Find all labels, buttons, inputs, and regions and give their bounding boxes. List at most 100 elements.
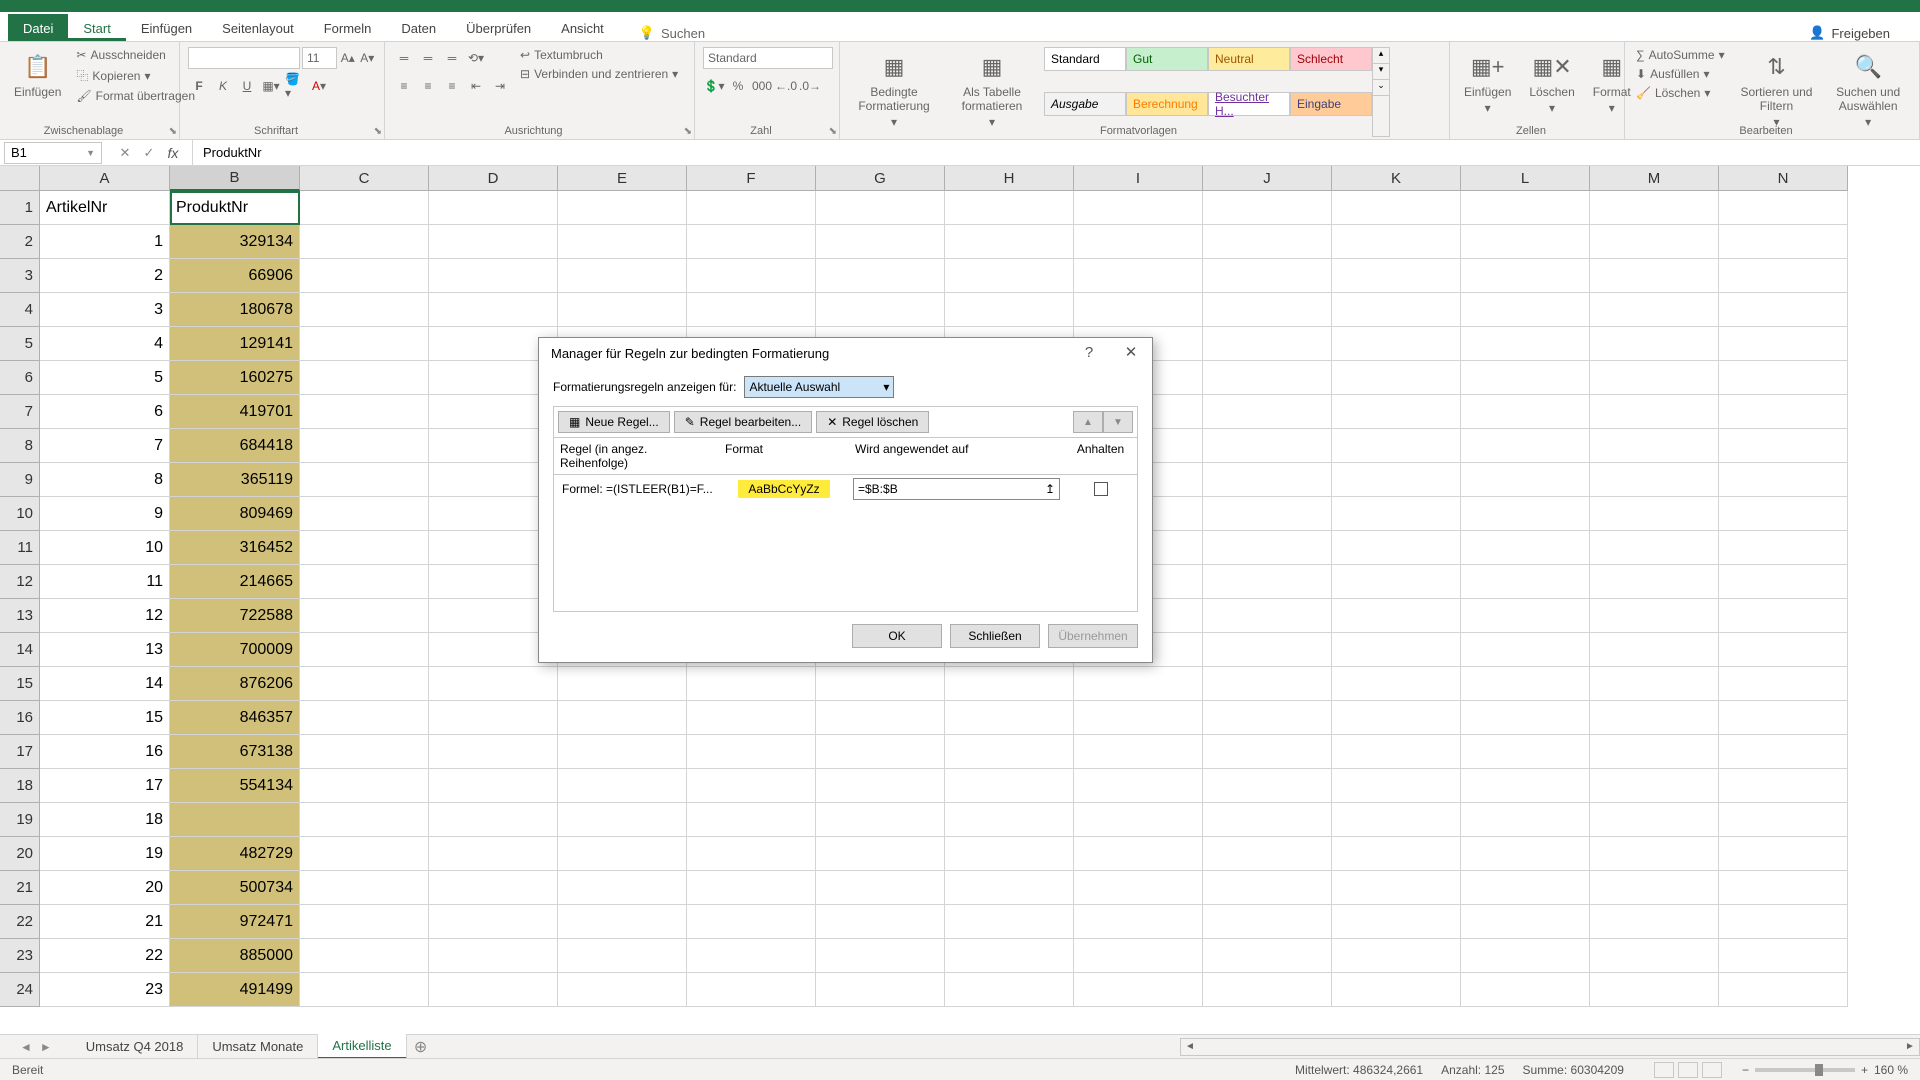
cell-K7[interactable]	[1332, 395, 1461, 429]
cell-B20[interactable]: 482729	[170, 837, 300, 871]
cell-J17[interactable]	[1203, 735, 1332, 769]
cell-H24[interactable]	[945, 973, 1074, 1007]
cell-M12[interactable]	[1590, 565, 1719, 599]
row-header-18[interactable]: 18	[0, 769, 40, 803]
cell-D3[interactable]	[429, 259, 558, 293]
cell-K16[interactable]	[1332, 701, 1461, 735]
cell-K21[interactable]	[1332, 871, 1461, 905]
cell-C23[interactable]	[300, 939, 429, 973]
cell-M5[interactable]	[1590, 327, 1719, 361]
cell-K8[interactable]	[1332, 429, 1461, 463]
cell-N3[interactable]	[1719, 259, 1848, 293]
cell-E1[interactable]	[558, 191, 687, 225]
align-top-button[interactable]: ═	[393, 47, 415, 69]
cell-B15[interactable]: 876206	[170, 667, 300, 701]
cell-L21[interactable]	[1461, 871, 1590, 905]
font-expand-icon[interactable]: ⬊	[374, 126, 382, 137]
cell-A3[interactable]: 2	[40, 259, 170, 293]
tab-ueberpruefen[interactable]: Überprüfen	[451, 14, 546, 41]
cell-K22[interactable]	[1332, 905, 1461, 939]
cell-B22[interactable]: 972471	[170, 905, 300, 939]
cell-J1[interactable]	[1203, 191, 1332, 225]
cell-C17[interactable]	[300, 735, 429, 769]
scroll-right-button[interactable]: ►	[1901, 1041, 1919, 1052]
cell-H15[interactable]	[945, 667, 1074, 701]
stop-if-true-checkbox[interactable]	[1094, 482, 1108, 496]
name-box[interactable]: B1 ▼	[4, 142, 102, 164]
increase-font-button[interactable]: A▴	[339, 47, 357, 69]
style-gut[interactable]: Gut	[1126, 47, 1208, 71]
alignment-expand-icon[interactable]: ⬊	[684, 126, 692, 137]
cell-J22[interactable]	[1203, 905, 1332, 939]
page-break-view-button[interactable]	[1702, 1062, 1722, 1078]
cell-M8[interactable]	[1590, 429, 1719, 463]
cell-G3[interactable]	[816, 259, 945, 293]
style-eingabe[interactable]: Eingabe	[1290, 92, 1372, 116]
zoom-out-button[interactable]: −	[1742, 1063, 1749, 1077]
cell-A1[interactable]: ArtikelNr	[40, 191, 170, 225]
cell-I3[interactable]	[1074, 259, 1203, 293]
cell-G16[interactable]	[816, 701, 945, 735]
cell-D18[interactable]	[429, 769, 558, 803]
show-rules-for-select[interactable]: Aktuelle Auswahl ▾	[744, 376, 894, 398]
underline-button[interactable]: U	[236, 75, 258, 97]
cell-J19[interactable]	[1203, 803, 1332, 837]
cell-F16[interactable]	[687, 701, 816, 735]
cell-B13[interactable]: 722588	[170, 599, 300, 633]
cell-C3[interactable]	[300, 259, 429, 293]
percent-button[interactable]: %	[727, 75, 749, 97]
column-header-F[interactable]: F	[687, 166, 816, 191]
cell-J24[interactable]	[1203, 973, 1332, 1007]
cell-L4[interactable]	[1461, 293, 1590, 327]
cell-G18[interactable]	[816, 769, 945, 803]
style-schlecht[interactable]: Schlecht	[1290, 47, 1372, 71]
decrease-font-button[interactable]: A▾	[359, 47, 377, 69]
normal-view-button[interactable]	[1654, 1062, 1674, 1078]
enter-formula-button[interactable]: ✓	[138, 145, 160, 161]
ok-button[interactable]: OK	[852, 624, 942, 648]
cell-N20[interactable]	[1719, 837, 1848, 871]
delete-cells-button[interactable]: ▦✕Löschen▾	[1523, 47, 1580, 137]
style-standard[interactable]: Standard	[1044, 47, 1126, 71]
cell-E3[interactable]	[558, 259, 687, 293]
row-header-19[interactable]: 19	[0, 803, 40, 837]
cell-M10[interactable]	[1590, 497, 1719, 531]
cell-L11[interactable]	[1461, 531, 1590, 565]
cell-F21[interactable]	[687, 871, 816, 905]
cell-A10[interactable]: 9	[40, 497, 170, 531]
cell-M4[interactable]	[1590, 293, 1719, 327]
clipboard-expand-icon[interactable]: ⬊	[169, 126, 177, 137]
cell-J21[interactable]	[1203, 871, 1332, 905]
cell-J15[interactable]	[1203, 667, 1332, 701]
move-rule-down-button[interactable]: ▼	[1103, 411, 1133, 433]
cell-C11[interactable]	[300, 531, 429, 565]
cell-N1[interactable]	[1719, 191, 1848, 225]
insert-cells-button[interactable]: ▦+Einfügen▾	[1458, 47, 1517, 137]
cell-E16[interactable]	[558, 701, 687, 735]
cell-I16[interactable]	[1074, 701, 1203, 735]
cell-J13[interactable]	[1203, 599, 1332, 633]
cell-D2[interactable]	[429, 225, 558, 259]
cell-D1[interactable]	[429, 191, 558, 225]
cell-E4[interactable]	[558, 293, 687, 327]
font-family-input[interactable]	[188, 47, 300, 69]
cell-D4[interactable]	[429, 293, 558, 327]
cell-L7[interactable]	[1461, 395, 1590, 429]
cell-L15[interactable]	[1461, 667, 1590, 701]
orientation-button[interactable]: ⟲▾	[465, 47, 487, 69]
close-button[interactable]: Schließen	[950, 624, 1040, 648]
cell-N19[interactable]	[1719, 803, 1848, 837]
cell-E2[interactable]	[558, 225, 687, 259]
cell-K9[interactable]	[1332, 463, 1461, 497]
cell-F18[interactable]	[687, 769, 816, 803]
cell-H19[interactable]	[945, 803, 1074, 837]
paste-button[interactable]: 📋 Einfügen	[8, 47, 67, 137]
row-header-24[interactable]: 24	[0, 973, 40, 1007]
cell-H2[interactable]	[945, 225, 1074, 259]
cell-E21[interactable]	[558, 871, 687, 905]
cell-C1[interactable]	[300, 191, 429, 225]
cell-J7[interactable]	[1203, 395, 1332, 429]
cell-L8[interactable]	[1461, 429, 1590, 463]
insert-function-button[interactable]: fx	[162, 145, 184, 161]
cell-J10[interactable]	[1203, 497, 1332, 531]
